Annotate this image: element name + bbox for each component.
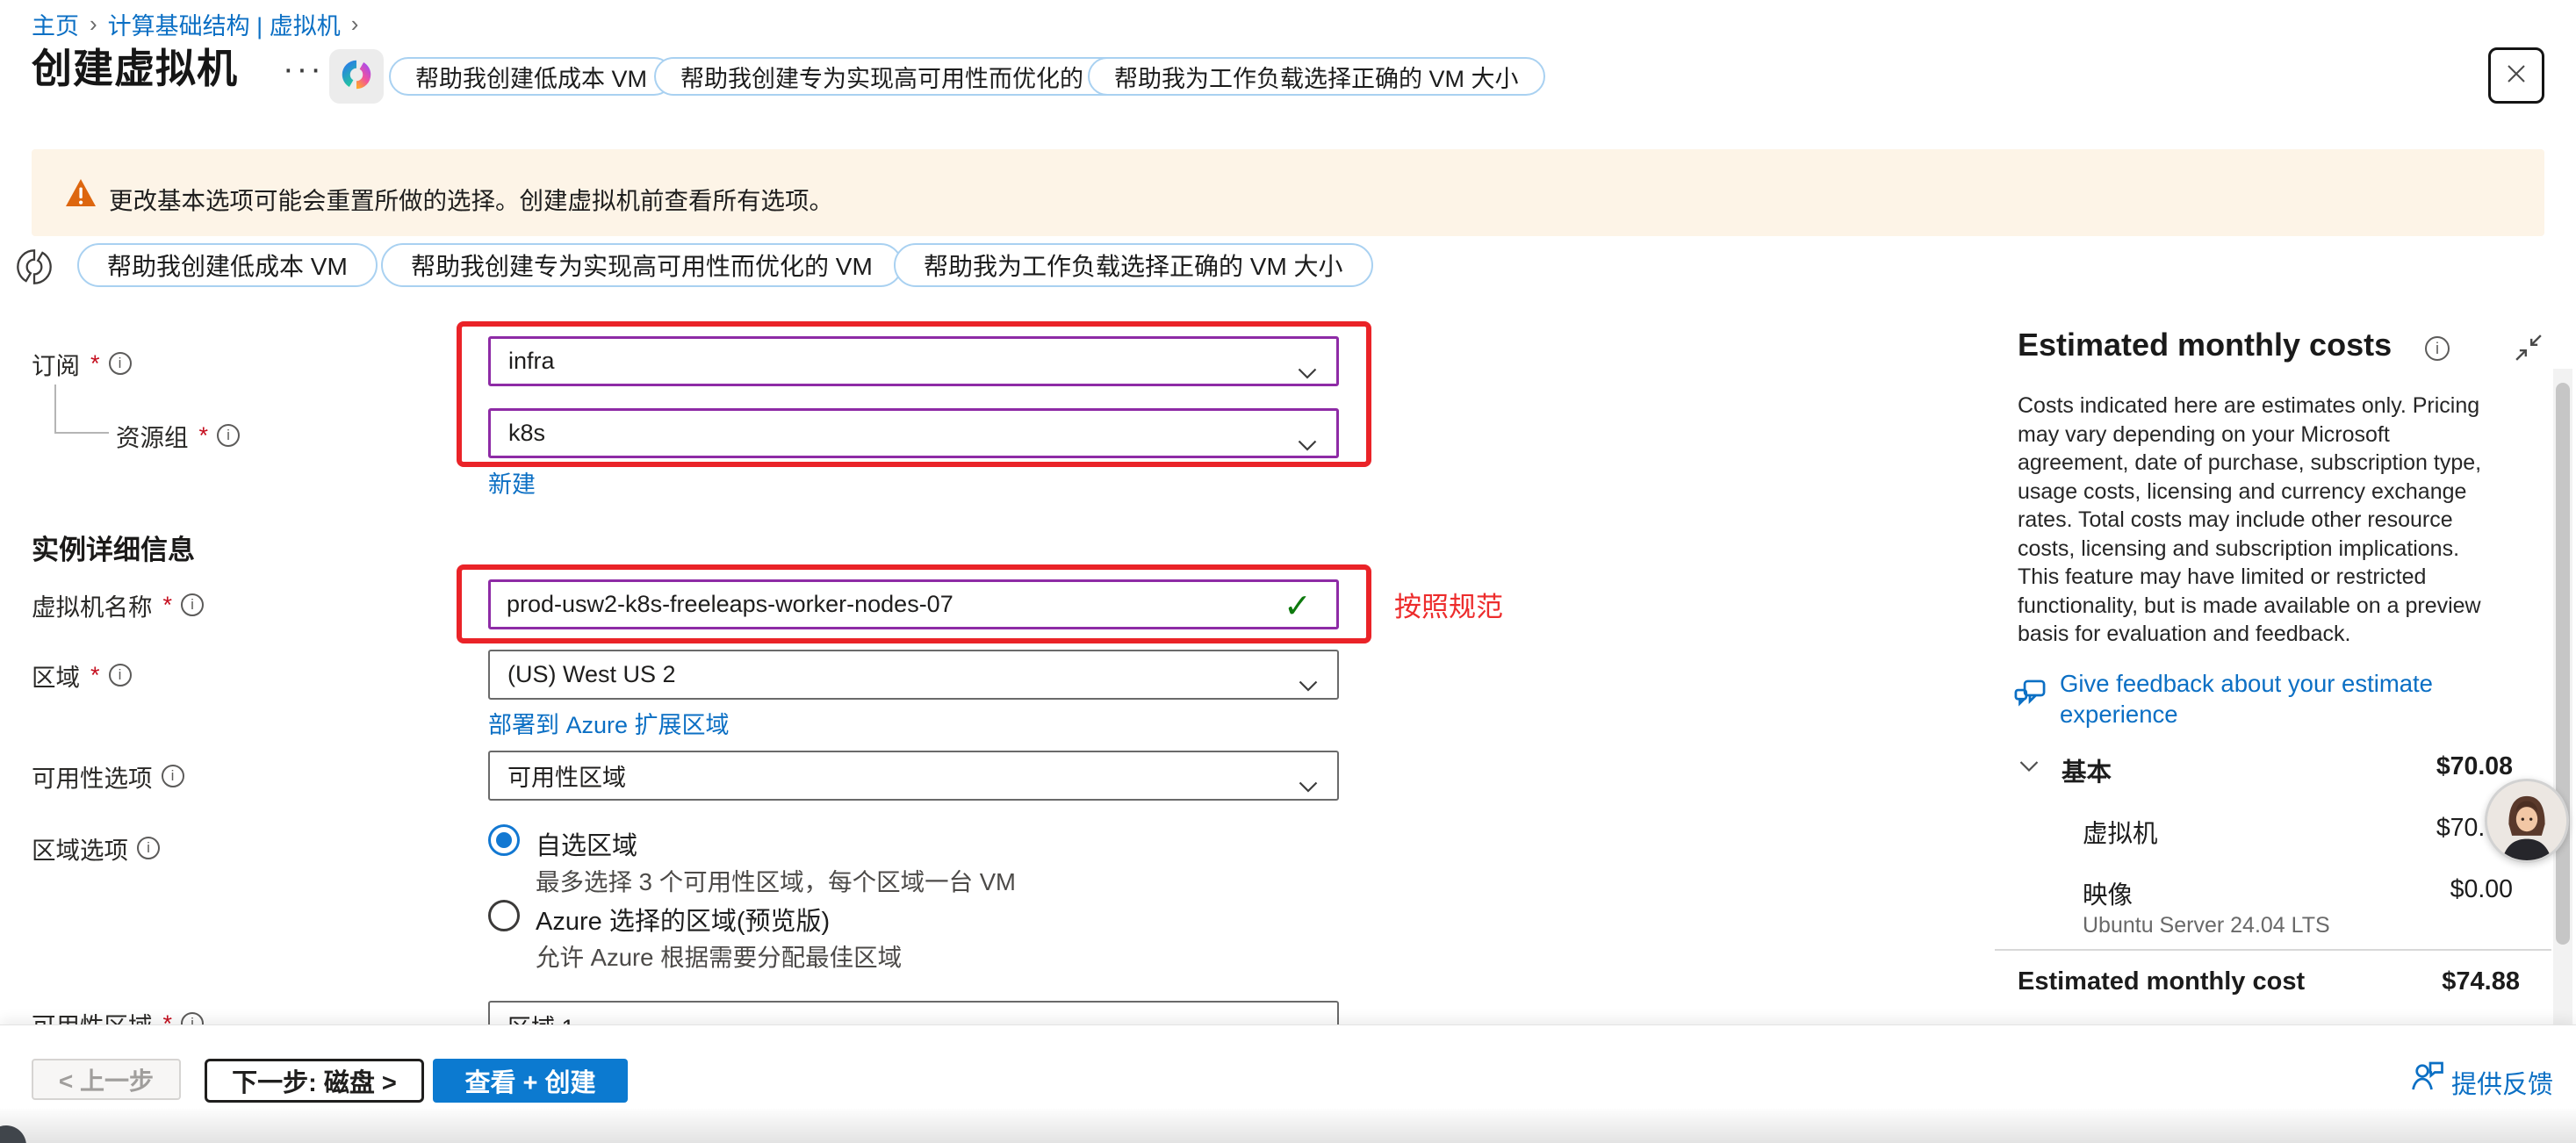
more-menu-icon[interactable]: ··· [283, 51, 324, 89]
cost-group-amount: $70.08 [2283, 752, 2513, 781]
warning-banner: 更改基本选项可能会重置所做的选择。创建虚拟机前查看所有选项。 [32, 149, 2544, 236]
info-icon[interactable]: i [109, 352, 132, 375]
resource-group-dropdown[interactable]: k8s [488, 408, 1339, 458]
feedback-bubbles-icon[interactable] [2011, 676, 2049, 719]
info-icon[interactable]: i [137, 837, 160, 859]
cost-group-name: 基本 [2062, 752, 2112, 788]
previous-button[interactable]: < 上一步 [32, 1059, 181, 1100]
costs-panel-title: Estimated monthly costs [2018, 327, 2392, 363]
radio-dot [496, 832, 512, 848]
copilot-pill-high-availability[interactable]: 帮助我创建专为实现高可用性而优化的 VM [654, 57, 1152, 96]
info-icon[interactable]: i [162, 765, 184, 787]
costs-disclaimer-text: Costs indicated here are estimates only.… [2018, 392, 2502, 649]
copilot-outline-icon [14, 247, 54, 291]
collapse-panel-icon[interactable] [2515, 334, 2543, 366]
suggestion-pill-low-cost[interactable]: 帮助我创建低成本 VM [77, 243, 378, 287]
resource-group-label: 资源组* i [116, 418, 240, 453]
subscription-label: 订阅* i [32, 346, 132, 381]
radio-azure-selected-zones-label[interactable]: Azure 选择的区域(预览版) [536, 901, 830, 938]
close-button[interactable] [2488, 47, 2544, 104]
footer-bar: < 上一步 下一步: 磁盘 > 查看 + 创建 提供反馈 [0, 1024, 2576, 1143]
group-chevron-icon[interactable] [2019, 760, 2039, 777]
required-star: * [90, 350, 100, 377]
info-icon[interactable]: i [2425, 336, 2450, 361]
copilot-pill-right-size[interactable]: 帮助我为工作负载选择正确的 VM 大小 [1088, 57, 1545, 96]
total-cost-amount: $74.88 [2290, 967, 2520, 996]
suggestion-pill-right-size[interactable]: 帮助我为工作负载选择正确的 VM 大小 [894, 243, 1373, 287]
warning-text: 更改基本选项可能会重置所做的选择。创建虚拟机前查看所有选项。 [109, 181, 833, 216]
warning-icon [65, 178, 97, 212]
vm-name-input[interactable] [488, 579, 1339, 629]
radio-self-selected-zones-desc: 最多选择 3 个可用性区域，每个区域一台 VM [536, 862, 1016, 897]
vm-name-label: 虚拟机名称* i [32, 587, 204, 622]
chevron-down-icon [1299, 772, 1318, 799]
copilot-logo-icon [339, 57, 374, 97]
cost-item-image-amount: $0.00 [2283, 875, 2513, 904]
region-label: 区域* i [32, 658, 132, 693]
estimate-feedback-link[interactable]: Give feedback about your estimate experi… [2060, 668, 2477, 730]
scrollbar-thumb[interactable] [2556, 383, 2570, 945]
radio-azure-selected-zones-desc: 允许 Azure 根据需要分配最佳区域 [536, 938, 902, 973]
annotation-note: 按照规范 [1394, 585, 1503, 624]
create-vm-page: 主页 › 计算基础结构 | 虚拟机 › 创建虚拟机 ··· 帮助我创建低成本 V… [0, 0, 2576, 1143]
availability-options-dropdown[interactable]: 可用性区域 [488, 751, 1339, 801]
info-icon[interactable]: i [109, 664, 132, 687]
page-title: 创建虚拟机 [32, 37, 238, 95]
breadcrumb-separator-icon: › [90, 11, 97, 38]
copilot-pill-low-cost[interactable]: 帮助我创建低成本 VM [389, 57, 673, 96]
availability-options-label: 可用性选项 i [32, 758, 184, 794]
radio-self-selected-zones-label[interactable]: 自选区域 [536, 825, 637, 862]
deploy-edge-zone-link[interactable]: 部署到 Azure 扩展区域 [488, 706, 730, 740]
required-star: * [199, 422, 209, 449]
cost-item-image-sub: Ubuntu Server 24.04 LTS [2083, 913, 2330, 938]
chevron-down-icon [1298, 358, 1317, 385]
suggestion-pill-high-availability[interactable]: 帮助我创建专为实现高可用性而优化的 VM [381, 243, 903, 287]
costs-divider [1995, 949, 2551, 951]
cost-item-vm-amount: $70.08 [2283, 814, 2513, 843]
tree-connector [54, 385, 109, 434]
next-disks-button[interactable]: 下一步: 磁盘 > [205, 1059, 424, 1103]
review-create-button[interactable]: 查看 + 创建 [433, 1059, 628, 1103]
page-scrollbar [2553, 369, 2572, 1024]
copilot-button[interactable] [329, 49, 384, 104]
valid-check-icon: ✓ [1284, 586, 1312, 626]
chevron-down-icon [1298, 430, 1317, 457]
total-cost-label: Estimated monthly cost [2018, 967, 2305, 996]
zone-options-label: 区域选项 i [32, 830, 160, 866]
provide-feedback-link[interactable]: 提供反馈 [2451, 1064, 2553, 1101]
cost-item-image-name: 映像 [2083, 875, 2133, 911]
cost-item-vm-name: 虚拟机 [2083, 814, 2158, 850]
required-star: * [163, 592, 173, 619]
chevron-down-icon [1299, 671, 1318, 698]
close-icon [2503, 61, 2529, 91]
radio-self-selected-zones[interactable] [488, 824, 520, 856]
info-icon[interactable]: i [217, 424, 240, 447]
instance-details-section-title: 实例详细信息 [32, 528, 195, 567]
radio-azure-selected-zones[interactable] [488, 900, 520, 931]
feedback-person-icon[interactable] [2409, 1059, 2446, 1098]
breadcrumb-separator-icon: › [351, 11, 359, 38]
bottom-strip [0, 1109, 2576, 1143]
region-dropdown[interactable]: (US) West US 2 [488, 650, 1339, 700]
required-star: * [90, 662, 100, 689]
create-new-resource-group-link[interactable]: 新建 [488, 465, 536, 500]
presenter-avatar [2485, 779, 2569, 863]
info-icon[interactable]: i [181, 593, 204, 616]
subscription-dropdown[interactable]: infra [488, 336, 1339, 386]
